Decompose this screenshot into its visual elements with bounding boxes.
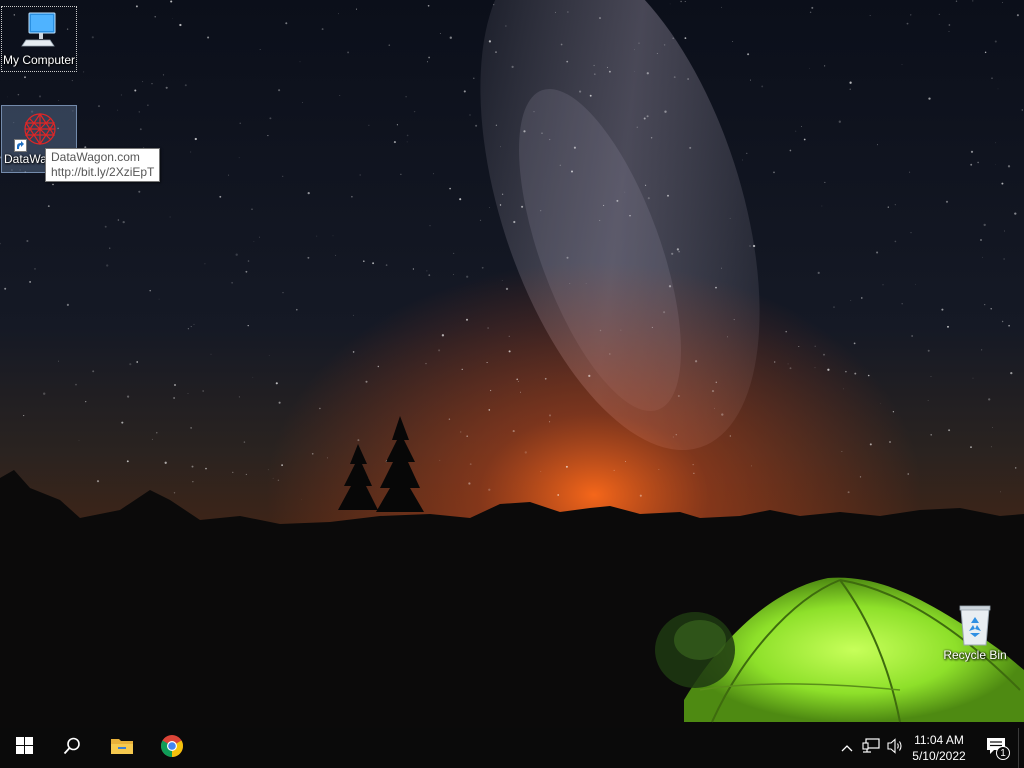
show-desktop-button[interactable] [1018,728,1024,768]
start-button[interactable] [0,728,48,768]
clock-date: 5/10/2022 [912,749,966,763]
desktop-icon-label: Recycle Bin [943,648,1007,662]
file-explorer-taskbar-button[interactable] [98,728,146,768]
network-icon [862,737,880,759]
desktop-icon-my-computer[interactable]: My Computer [1,6,77,72]
taskbar-clock[interactable]: 11:04 AM 5/10/2022 [906,728,972,768]
shortcut-tooltip: DataWagon.com http://bit.ly/2XziEpT [45,148,161,182]
search-button[interactable] [48,728,96,768]
clock-time: 11:04 AM [914,733,964,747]
volume-tray-button[interactable] [884,728,906,768]
taskbar: 11:04 AM 5/10/2022 1 [0,728,1024,768]
datawagon-logo-icon [2,106,78,152]
desktop-icon-recycle-bin[interactable]: Recycle Bin [937,602,1013,668]
recycle-bin-icon [937,602,1013,648]
chrome-icon [160,734,184,763]
notification-count-badge: 1 [996,746,1010,760]
folder-icon [110,736,134,761]
desktop-wallpaper [0,0,1024,728]
windows-logo-icon [15,737,33,759]
tooltip-line-name: DataWagon.com [51,150,140,164]
chevron-up-icon [841,739,853,757]
show-hidden-icons-button[interactable] [838,728,856,768]
monitor-icon [2,7,78,53]
tooltip-line-url: http://bit.ly/2XziEpT [51,165,155,179]
desktop-icon-label: My Computer [2,53,76,67]
search-icon [63,737,81,760]
action-center-button[interactable]: 1 [976,728,1016,768]
network-tray-button[interactable] [860,728,882,768]
shortcut-arrow-icon [14,139,27,152]
volume-icon [886,737,904,759]
chrome-taskbar-button[interactable] [148,728,196,768]
